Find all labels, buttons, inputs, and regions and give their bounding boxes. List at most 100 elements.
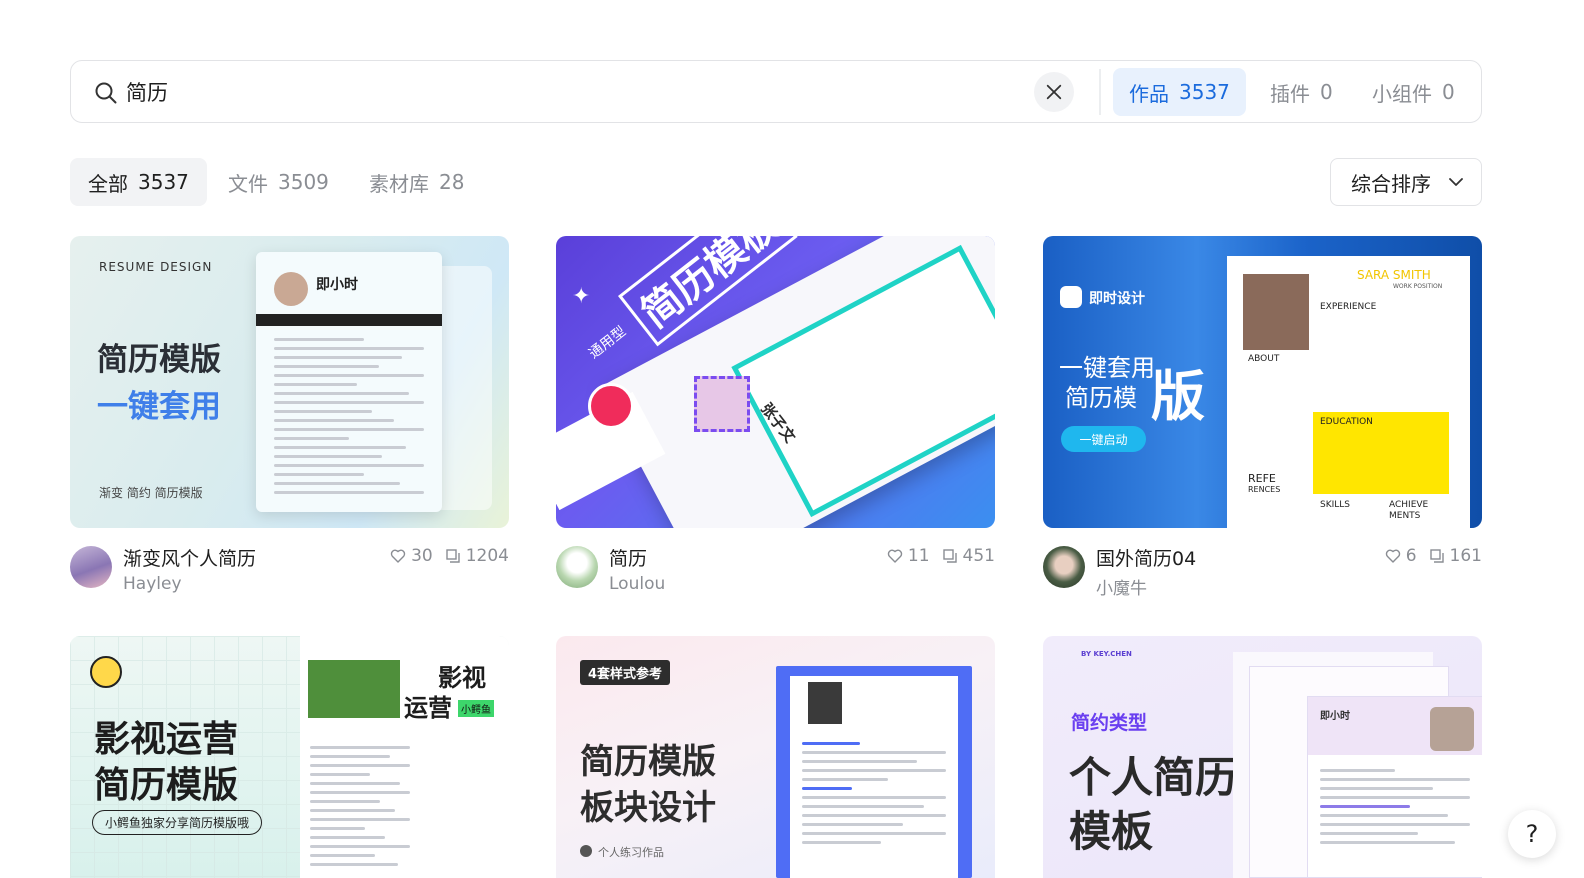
divider [1099,69,1101,115]
search-input[interactable] [126,73,1026,111]
card-author[interactable]: 小魔牛 [1096,574,1147,599]
resume-preview: 即小时 [1307,696,1482,878]
close-icon [1046,84,1062,100]
filter-tab-label: 文件 [228,171,268,196]
thumb-byline: BY KEY.CHEN [1081,650,1132,658]
copy-icon [1429,549,1444,563]
resume-name: 王先森 [852,680,889,694]
avatar-photo [588,383,634,429]
result-card[interactable]: RESUME DESIGN 简历模版 一键套用 渐变 简约 简历模版 即小时 渐… [70,236,509,600]
filter-tab-label: 全部 [88,171,128,196]
thumb-subheadline: 板块设计 [580,788,716,828]
card-title[interactable]: 渐变风个人简历 [123,544,256,571]
avatar[interactable] [70,546,112,588]
card-stats: 11 451 [875,546,995,566]
scope-tab-works[interactable]: 作品 3537 [1113,68,1246,116]
avatar-photo [1430,707,1474,751]
like-count: 11 [907,546,930,566]
card-thumbnail[interactable]: 简历模板 通用型 张子文 ✦ [556,236,995,528]
result-card[interactable]: 即时设计 一键套用 简历模 版 一键启动 SARA SMITH WORK POS… [1043,236,1482,600]
card-thumbnail[interactable]: RESUME DESIGN 简历模版 一键套用 渐变 简约 简历模版 即小时 [70,236,509,528]
scope-tab-count: 0 [1442,80,1455,104]
like-stat: 30 [390,546,433,566]
like-count: 6 [1405,546,1417,566]
resume-lines [274,338,424,500]
resume-page [790,676,958,878]
resume-section: ABOUT [1248,354,1280,364]
resume-section: REFE [1248,472,1276,485]
scope-tab-count: 3537 [1179,80,1230,104]
copy-stat: 1204 [445,546,509,566]
resume-badge: 小鳄鱼 [458,700,494,717]
result-card[interactable]: 4套样式参考 简历模版 板块设计 个人练习作品 王先森 [556,636,995,878]
card-author[interactable]: Hayley [123,574,182,594]
heart-icon [1385,549,1400,563]
avatar-photo [808,682,842,724]
resume-lines [310,746,410,872]
thumb-tag: 简约类型 [1071,712,1148,734]
card-title[interactable]: 国外简历04 [1096,544,1196,571]
card-thumbnail[interactable]: 即时设计 一键套用 简历模 版 一键启动 SARA SMITH WORK POS… [1043,236,1482,528]
avatar-photo [308,660,400,718]
card-thumbnail[interactable]: 影视运营 简历模版 小鳄鱼独家分享简历模版哦 影视 运营 小鳄鱼 [70,636,509,878]
card-meta: 简历 Loulou 11 451 [556,540,995,600]
avatar-photo [1243,274,1309,350]
filter-tab-all[interactable]: 全部 3537 [70,158,207,206]
chevron-down-icon [1449,178,1463,186]
like-stat: 6 [1385,546,1417,566]
avatar[interactable] [556,546,598,588]
resume-section: EXPERIENCE [1320,302,1377,312]
thumb-headline: 简历模版 [580,742,716,782]
filter-tab-files[interactable]: 文件 3509 [210,158,347,206]
card-meta: 渐变风个人简历 Hayley 30 1204 [70,540,509,600]
thumb-caption: 渐变 简约 简历模版 [99,486,203,500]
copy-icon [446,549,460,563]
resume-lines [802,742,946,850]
sort-dropdown[interactable]: 综合排序 [1330,158,1482,206]
resume-section: SKILLS [1320,500,1351,510]
result-card[interactable]: 简历模板 通用型 张子文 ✦ 简历 Loulou 11 451 [556,236,995,600]
scope-tab-count: 0 [1320,80,1333,104]
card-stats: 30 1204 [378,546,509,566]
scope-tab-label: 小组件 [1372,81,1432,106]
thumb-tag: 4套样式参考 [580,660,671,685]
resume-preview: 王先森 [776,666,972,878]
copy-count: 451 [962,546,995,566]
sort-label: 综合排序 [1351,171,1431,196]
resume-preview: SARA SMITH WORK POSITION EXPERIENCE ABOU… [1227,256,1470,528]
card-title[interactable]: 简历 [609,544,647,571]
result-card[interactable]: 影视运营 简历模版 小鳄鱼独家分享简历模版哦 影视 运营 小鳄鱼 [70,636,509,878]
scope-tab-plugins[interactable]: 插件 0 [1254,68,1349,116]
search-icon [95,82,117,104]
thumb-subheadline: 模板 [1069,807,1154,856]
resume-name: 即小时 [1320,711,1350,722]
resume-name: 即小时 [316,277,358,293]
thumb-note: 个人练习作品 [598,846,664,859]
resume-position: WORK POSITION [1393,283,1443,290]
thumb-subheadline: 通用型 [586,323,630,363]
resume-lines [1320,769,1470,850]
filter-tab-libraries[interactable]: 素材库 28 [351,158,482,206]
copy-stat: 451 [942,546,995,566]
avatar[interactable] [1043,546,1085,588]
thumb-subheadline: 简历模版 [94,765,239,806]
clear-search-button[interactable] [1034,72,1074,112]
card-thumbnail[interactable]: BY KEY.CHEN 简约类型 个人简历 模板 即小时 [1043,636,1482,878]
filter-tab-label: 素材库 [369,171,429,196]
help-button[interactable]: ? [1508,810,1556,858]
mascot-icon [90,656,122,688]
resume-preview: 影视 运营 小鳄鱼 [300,636,509,878]
resume-section: EDUCATION [1320,417,1373,427]
resume-name: SARA SMITH [1357,268,1431,282]
filter-tab-count: 3509 [278,170,329,194]
card-author[interactable]: Loulou [609,574,665,594]
resume-section: MENTS [1389,511,1421,521]
scope-tab-label: 作品 [1129,81,1169,106]
scope-tab-widgets[interactable]: 小组件 0 [1356,68,1471,116]
card-stats: 6 161 [1373,546,1482,566]
resume-title: 运营 [404,694,452,722]
result-card[interactable]: BY KEY.CHEN 简约类型 个人简历 模板 即小时 [1043,636,1482,878]
card-thumbnail[interactable]: 4套样式参考 简历模版 板块设计 个人练习作品 王先森 [556,636,995,878]
thumb-tag: RESUME DESIGN [99,260,213,274]
help-label: ? [1525,820,1539,848]
